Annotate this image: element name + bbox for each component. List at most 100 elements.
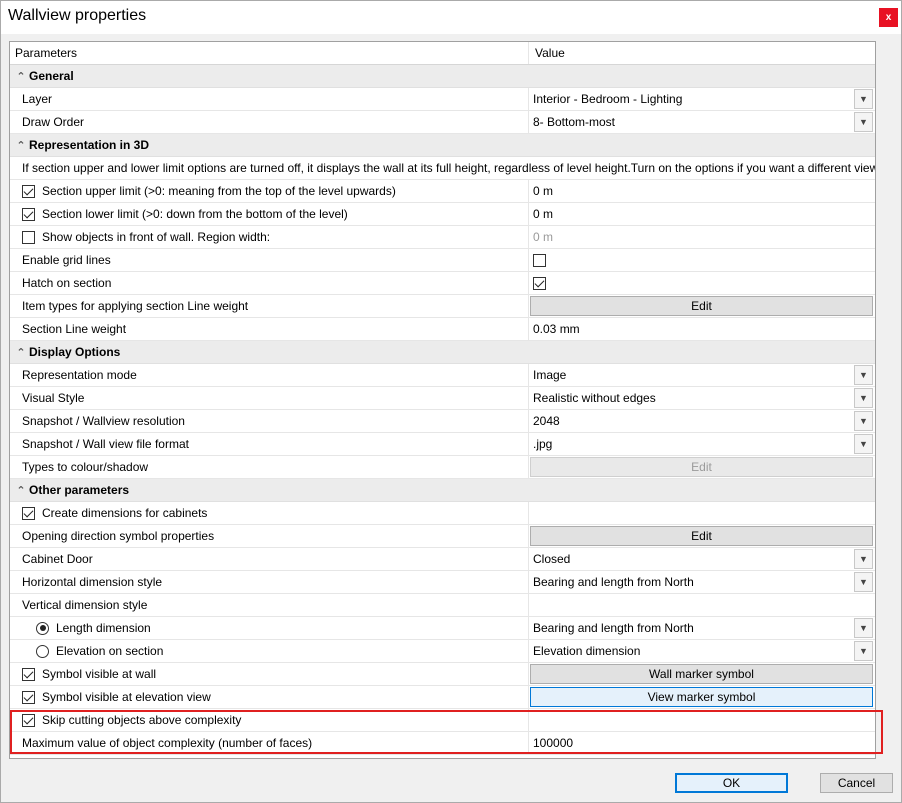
- window-title: Wallview properties: [8, 7, 147, 24]
- param-label: Opening direction symbol properties: [10, 525, 529, 547]
- show-front-checkbox[interactable]: [22, 230, 35, 244]
- section-display-options[interactable]: ⌃ Display Options: [10, 341, 875, 364]
- row-create-dims: Create dimensions for cabinets: [10, 502, 875, 525]
- dropdown-value: Image: [533, 368, 567, 382]
- length-dimension-radio[interactable]: [36, 621, 49, 635]
- row-layer: Layer Interior - Bedroom - Lighting ▼: [10, 88, 875, 111]
- row-cabinet-door: Cabinet Door Closed ▼: [10, 548, 875, 571]
- collapse-icon[interactable]: ⌃: [14, 70, 28, 83]
- param-label: Section lower limit (>0: down from the b…: [42, 207, 348, 221]
- param-label: Maximum value of object complexity (numb…: [10, 732, 529, 754]
- max-complexity-input[interactable]: 100000: [530, 732, 875, 754]
- row-item-types: Item types for applying section Line wei…: [10, 295, 875, 318]
- row-draw-order: Draw Order 8- Bottom-most ▼: [10, 111, 875, 134]
- resolution-dropdown[interactable]: 2048 ▼: [530, 410, 875, 432]
- param-label: Show objects in front of wall. Region wi…: [42, 230, 271, 244]
- section-title: General: [29, 69, 74, 83]
- dropdown-value: Interior - Bedroom - Lighting: [533, 92, 683, 106]
- row-visual-style: Visual Style Realistic without edges ▼: [10, 387, 875, 410]
- draw-order-dropdown[interactable]: 8- Bottom-most ▼: [530, 111, 875, 133]
- row-show-objects-front: Show objects in front of wall. Region wi…: [10, 226, 875, 249]
- section-other-parameters[interactable]: ⌃ Other parameters: [10, 479, 875, 502]
- symbol-elevation-checkbox[interactable]: [22, 690, 35, 704]
- row-opening-direction: Opening direction symbol properties Edit: [10, 525, 875, 548]
- line-weight-input[interactable]: 0.03 mm: [530, 318, 875, 340]
- param-label: Skip cutting objects above complexity: [42, 713, 242, 727]
- rep-mode-dropdown[interactable]: Image ▼: [530, 364, 875, 386]
- lower-limit-input[interactable]: 0 m: [530, 203, 875, 225]
- param-label: Item types for applying section Line wei…: [10, 295, 529, 317]
- section-title: Representation in 3D: [29, 138, 150, 152]
- row-max-complexity: Maximum value of object complexity (numb…: [10, 732, 875, 755]
- param-label: Cabinet Door: [10, 548, 529, 570]
- dropdown-value: 2048: [533, 414, 560, 428]
- grid-lines-checkbox[interactable]: [533, 253, 546, 267]
- param-label: Types to colour/shadow: [10, 456, 529, 478]
- chevron-down-icon[interactable]: ▼: [854, 572, 873, 592]
- param-label: Hatch on section: [10, 272, 529, 294]
- symbol-wall-checkbox[interactable]: [22, 667, 35, 681]
- upper-limit-input[interactable]: 0 m: [530, 180, 875, 202]
- create-dims-checkbox[interactable]: [22, 506, 35, 520]
- ok-button[interactable]: OK: [675, 773, 788, 793]
- section-general[interactable]: ⌃ General: [10, 65, 875, 88]
- upper-limit-checkbox[interactable]: [22, 184, 35, 198]
- horizontal-dim-dropdown[interactable]: Bearing and length from North ▼: [530, 571, 875, 593]
- section-representation-3d[interactable]: ⌃ Representation in 3D: [10, 134, 875, 157]
- param-label: Length dimension: [56, 621, 151, 635]
- chevron-down-icon[interactable]: ▼: [854, 641, 873, 661]
- row-rep-mode: Representation mode Image ▼: [10, 364, 875, 387]
- dropdown-value: 8- Bottom-most: [533, 115, 616, 129]
- collapse-icon[interactable]: ⌃: [14, 346, 28, 359]
- chevron-down-icon[interactable]: ▼: [854, 411, 873, 431]
- cancel-button[interactable]: Cancel: [820, 773, 893, 793]
- length-dim-dropdown[interactable]: Bearing and length from North ▼: [530, 617, 875, 639]
- param-label: Layer: [10, 88, 529, 110]
- row-length-dimension: Length dimension Bearing and length from…: [10, 617, 875, 640]
- dropdown-value: Bearing and length from North: [533, 575, 694, 589]
- title-bar: Wallview properties x: [0, 0, 902, 34]
- chevron-down-icon[interactable]: ▼: [854, 549, 873, 569]
- item-types-edit-button[interactable]: Edit: [530, 296, 873, 316]
- row-elevation-section: Elevation on section Elevation dimension…: [10, 640, 875, 663]
- chevron-down-icon[interactable]: ▼: [854, 365, 873, 385]
- collapse-icon[interactable]: ⌃: [14, 139, 28, 152]
- wall-marker-symbol-button[interactable]: Wall marker symbol: [530, 664, 873, 684]
- param-label: Draw Order: [10, 111, 529, 133]
- chevron-down-icon[interactable]: ▼: [854, 434, 873, 454]
- cabinet-door-dropdown[interactable]: Closed ▼: [530, 548, 875, 570]
- chevron-down-icon[interactable]: ▼: [854, 618, 873, 638]
- close-icon: x: [885, 12, 892, 23]
- row-grid-lines: Enable grid lines: [10, 249, 875, 272]
- hatch-checkbox[interactable]: [533, 276, 546, 290]
- view-marker-symbol-button[interactable]: View marker symbol: [530, 687, 873, 707]
- param-label: Symbol visible at wall: [42, 667, 157, 681]
- row-skip-cutting: Skip cutting objects above complexity: [10, 709, 875, 732]
- close-button[interactable]: x: [879, 8, 898, 27]
- param-label: Symbol visible at elevation view: [42, 690, 211, 704]
- visual-style-dropdown[interactable]: Realistic without edges ▼: [530, 387, 875, 409]
- layer-dropdown[interactable]: Interior - Bedroom - Lighting ▼: [530, 88, 875, 110]
- opening-edit-button[interactable]: Edit: [530, 526, 873, 546]
- dropdown-value: Closed: [533, 552, 571, 566]
- param-label: Horizontal dimension style: [10, 571, 529, 593]
- elevation-dropdown[interactable]: Elevation dimension ▼: [530, 640, 875, 662]
- row-section-upper: Section upper limit (>0: meaning from th…: [10, 180, 875, 203]
- file-format-dropdown[interactable]: .jpg ▼: [530, 433, 875, 455]
- grid-header: Parameters Value: [10, 42, 875, 65]
- lower-limit-checkbox[interactable]: [22, 207, 35, 221]
- elevation-section-radio[interactable]: [36, 644, 49, 658]
- chevron-down-icon[interactable]: ▼: [854, 388, 873, 408]
- dropdown-value: .jpg: [533, 437, 553, 451]
- param-label: Enable grid lines: [10, 249, 529, 271]
- param-label: Snapshot / Wallview resolution: [10, 410, 529, 432]
- chevron-down-icon[interactable]: ▼: [854, 112, 873, 132]
- row-horizontal-dim: Horizontal dimension style Bearing and l…: [10, 571, 875, 594]
- row-symbol-elevation: Symbol visible at elevation view View ma…: [10, 686, 875, 709]
- row-resolution: Snapshot / Wallview resolution 2048 ▼: [10, 410, 875, 433]
- column-header-parameters: Parameters: [10, 42, 529, 64]
- skip-cutting-checkbox[interactable]: [22, 713, 35, 727]
- chevron-down-icon[interactable]: ▼: [854, 89, 873, 109]
- param-label: Section Line weight: [10, 318, 529, 340]
- collapse-icon[interactable]: ⌃: [14, 484, 28, 497]
